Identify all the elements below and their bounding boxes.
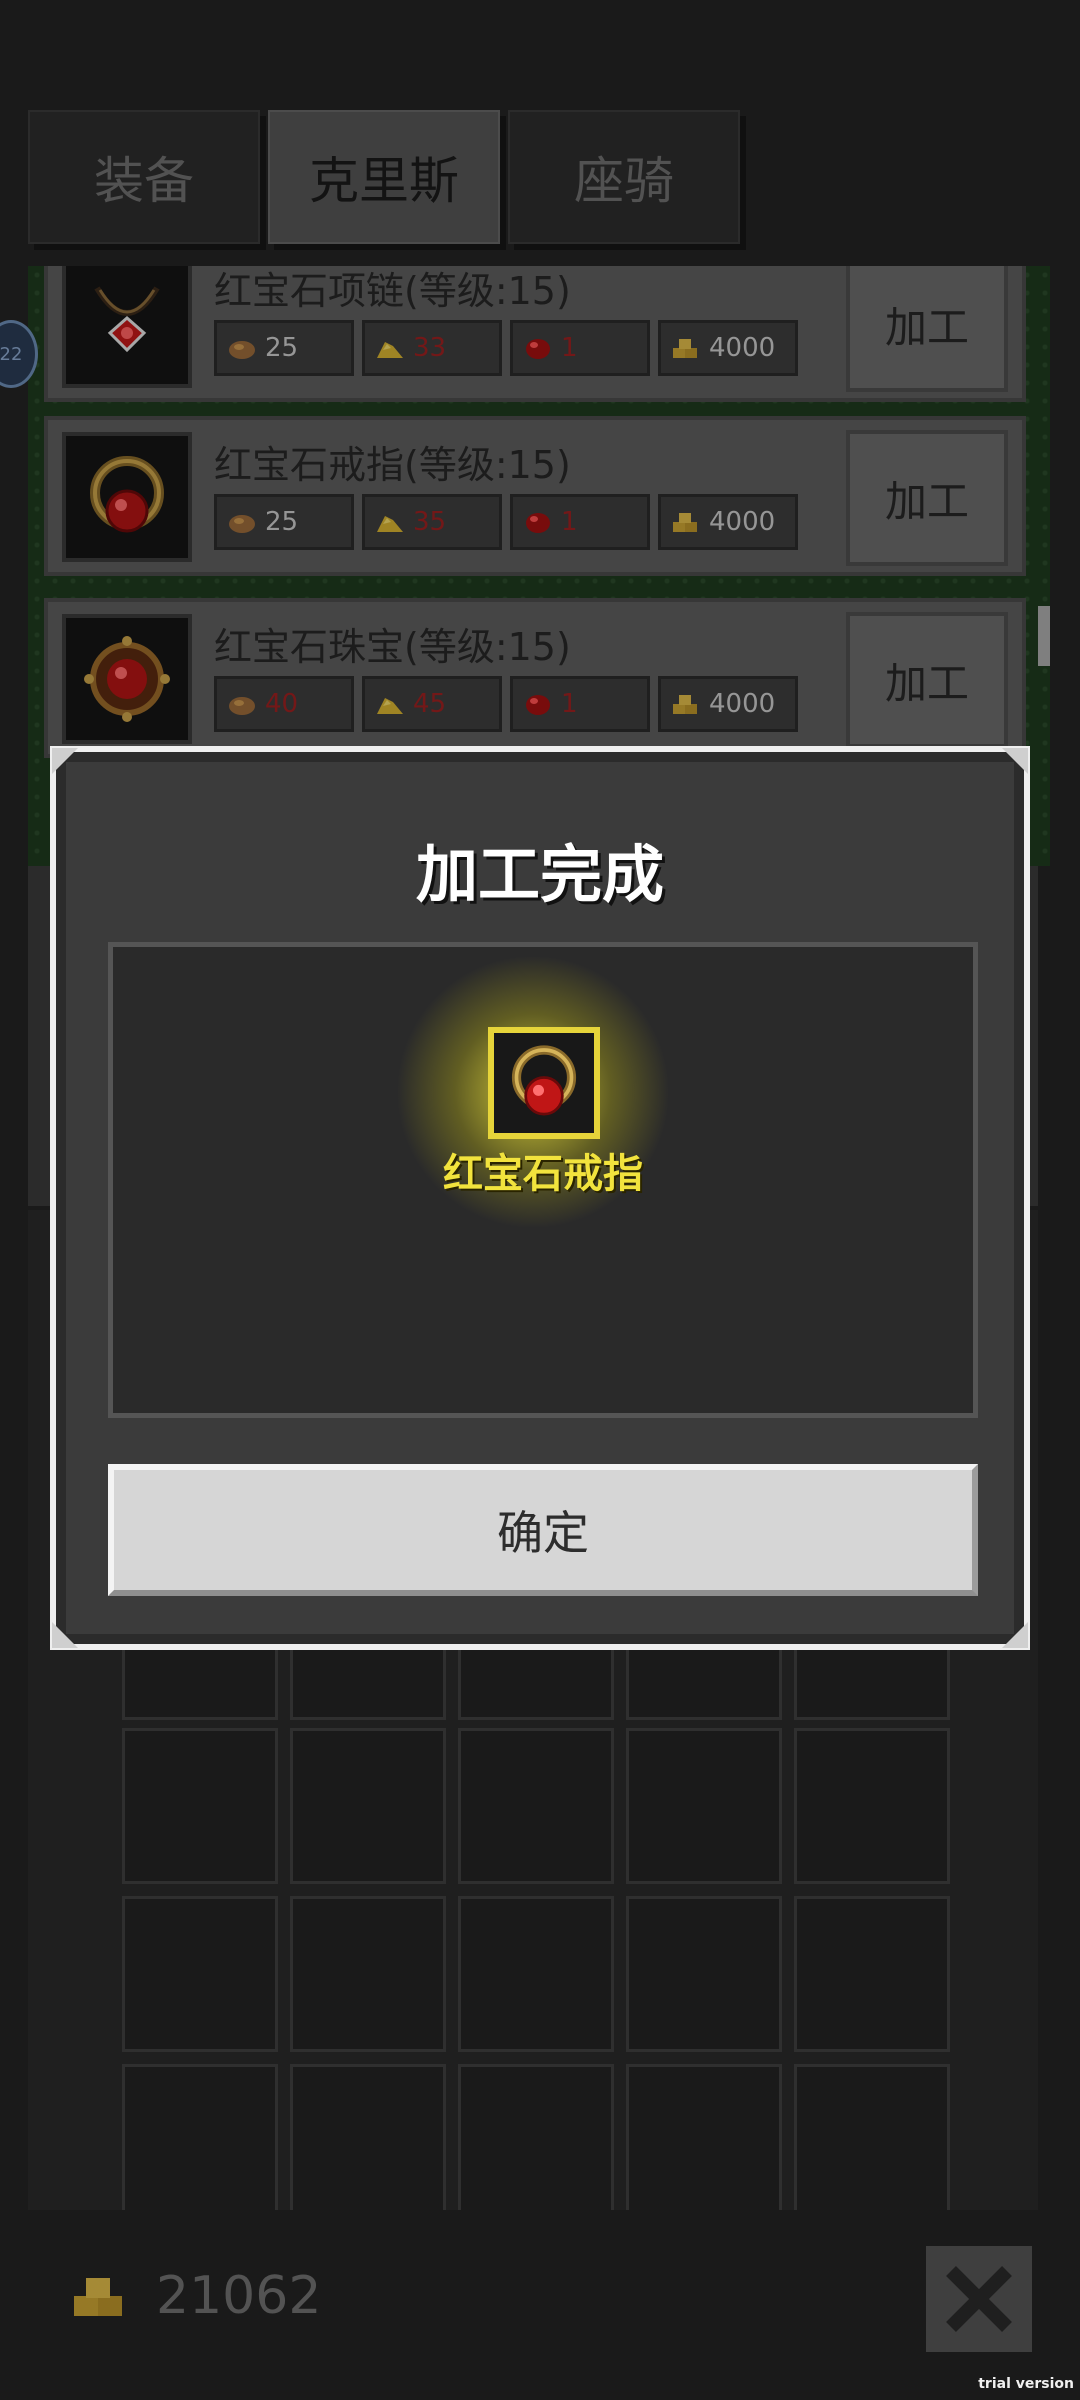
corner-ornament-icon xyxy=(52,1622,78,1648)
reward-area: 红宝石戒指 xyxy=(108,942,978,1418)
corner-ornament-icon xyxy=(1002,748,1028,774)
corner-ornament-icon xyxy=(52,748,78,774)
corner-ornament-icon xyxy=(1002,1622,1028,1648)
dialog-title: 加工完成 xyxy=(415,838,664,911)
confirm-button[interactable]: 确定 xyxy=(108,1464,978,1596)
ruby-ring-icon xyxy=(488,1027,600,1139)
craft-complete-dialog: 加工完成 红宝石戒指 确定 xyxy=(50,746,1030,1650)
trial-watermark: trial version xyxy=(978,2376,1074,2392)
reward-item-name: 红宝石戒指 xyxy=(443,1151,643,1197)
